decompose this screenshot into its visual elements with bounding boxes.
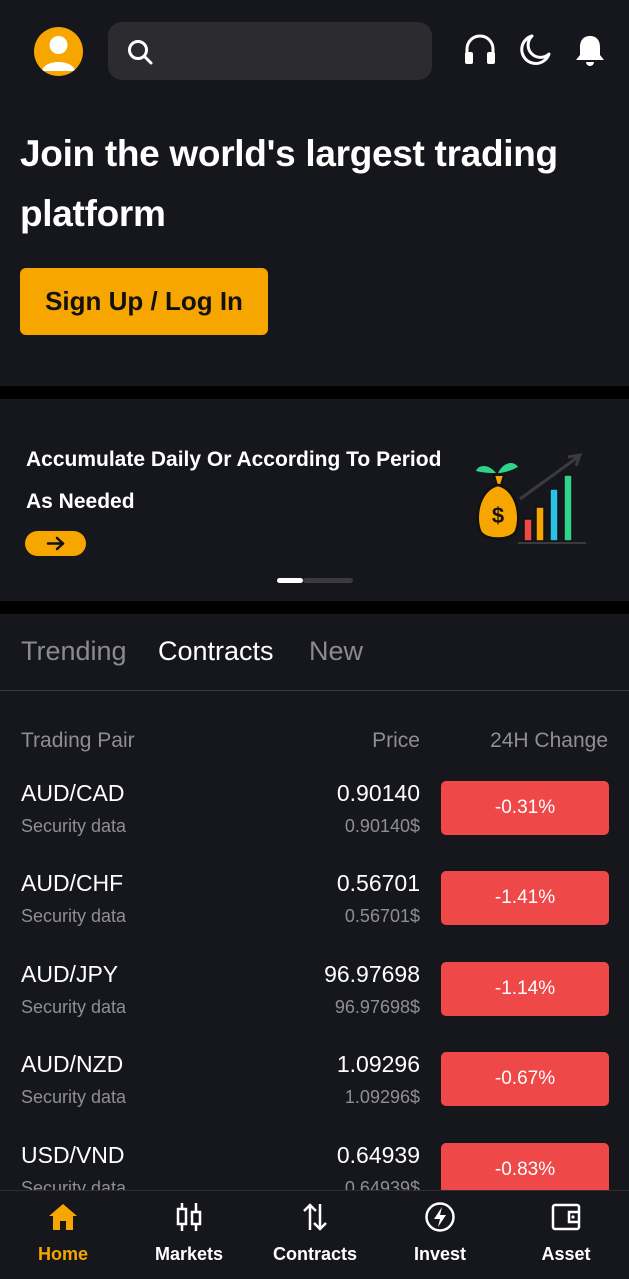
tab-contracts[interactable]: Contracts: [158, 636, 274, 667]
moon-icon[interactable]: [517, 32, 553, 68]
price-value: 0.90140: [336, 780, 420, 806]
sign-up-login-button[interactable]: Sign Up / Log In: [20, 268, 268, 335]
change-badge[interactable]: -0.67%: [441, 1052, 609, 1106]
price-value: 0.64939: [336, 1142, 420, 1168]
search-bar[interactable]: [108, 22, 432, 80]
candlestick-icon: [173, 1201, 205, 1233]
banner-text: Accumulate Daily Or According To Period …: [26, 448, 442, 513]
nav-label: Markets: [154, 1244, 224, 1264]
nav-label: Invest: [413, 1244, 467, 1264]
table-row[interactable]: AUD/NZD Security data 1.09296 1.09296$ -…: [0, 1041, 629, 1131]
bottom-navigation: Home Markets Contracts Invest Asset: [0, 1190, 629, 1279]
carousel-indicator[interactable]: [277, 578, 353, 583]
change-badge[interactable]: -1.14%: [441, 962, 609, 1016]
pair-subtitle: Security data: [21, 997, 127, 1017]
search-icon: [126, 38, 154, 71]
table-row[interactable]: AUD/CAD Security data 0.90140 0.90140$ -…: [0, 770, 629, 860]
tab-trending[interactable]: Trending: [21, 636, 127, 667]
user-avatar-icon[interactable]: [34, 27, 83, 76]
up-down-arrows-icon: [299, 1201, 331, 1233]
price-usd: 0.56701$: [344, 906, 420, 926]
banner-arrow-button[interactable]: [25, 531, 86, 556]
price-usd: 0.90140$: [344, 816, 420, 836]
hero-title: Join the world's largest trading platfor…: [20, 133, 558, 234]
pair-subtitle: Security data: [21, 1178, 127, 1190]
change-badge[interactable]: -1.41%: [441, 871, 609, 925]
change-badge[interactable]: -0.31%: [441, 781, 609, 835]
wallet-icon: [550, 1201, 582, 1233]
pair-subtitle: Security data: [21, 1087, 127, 1107]
section-divider: [0, 386, 629, 399]
nav-invest[interactable]: Invest: [377, 1191, 503, 1279]
column-header-price: Price: [372, 729, 420, 752]
price-value: 0.56701: [336, 870, 420, 896]
nav-home[interactable]: Home: [0, 1191, 126, 1279]
price-value: 1.09296: [336, 1051, 420, 1077]
headset-icon[interactable]: [462, 32, 498, 68]
home-icon: [47, 1201, 79, 1233]
change-badge[interactable]: -0.83%: [441, 1143, 609, 1190]
arrow-right-icon: [46, 536, 65, 551]
nav-label: Home: [37, 1244, 88, 1264]
tab-new[interactable]: New: [309, 636, 363, 667]
pair-name: AUD/CAD: [21, 780, 125, 806]
pair-subtitle: Security data: [21, 906, 127, 926]
nav-markets[interactable]: Markets: [126, 1191, 252, 1279]
price-value: 96.97698: [324, 961, 420, 987]
price-usd: 1.09296$: [344, 1087, 420, 1107]
column-header-change[interactable]: 24H Change: [490, 729, 608, 753]
market-list: AUD/CAD Security data 0.90140 0.90140$ -…: [0, 770, 629, 1190]
money-bag-growth-chart-icon: $: [470, 451, 590, 556]
pair-name: AUD/JPY: [21, 961, 119, 987]
carousel-dot-track: [303, 578, 353, 583]
app-screen: Join the world's largest trading platfor…: [0, 0, 629, 1279]
section-divider: [0, 601, 629, 614]
nav-contracts[interactable]: Contracts: [252, 1191, 378, 1279]
table-row[interactable]: USD/VND Security data 0.64939 0.64939$ -…: [0, 1132, 629, 1190]
table-row[interactable]: AUD/CHF Security data 0.56701 0.56701$ -…: [0, 860, 629, 950]
table-row[interactable]: AUD/JPY Security data 96.97698 96.97698$…: [0, 951, 629, 1041]
bell-icon[interactable]: [572, 32, 608, 68]
search-input[interactable]: [166, 22, 416, 80]
column-header-pair: Trading Pair: [21, 729, 135, 752]
pair-subtitle: Security data: [21, 816, 127, 836]
price-usd: 96.97698$: [334, 997, 420, 1017]
carousel-dot-active: [277, 578, 303, 583]
svg-text:$: $: [492, 503, 504, 528]
nav-label: Asset: [541, 1244, 591, 1264]
top-header: [0, 0, 629, 104]
market-tabs: Trending Contracts New: [0, 614, 629, 691]
pair-name: USD/VND: [21, 1142, 125, 1168]
lightning-circle-icon: [424, 1201, 456, 1233]
pair-name: AUD/NZD: [21, 1051, 124, 1077]
nav-asset[interactable]: Asset: [503, 1191, 629, 1279]
pair-name: AUD/CHF: [21, 870, 124, 896]
nav-label: Contracts: [272, 1244, 357, 1264]
price-usd: 0.64939$: [344, 1178, 420, 1190]
promo-banner[interactable]: Accumulate Daily Or According To Period …: [0, 399, 629, 601]
